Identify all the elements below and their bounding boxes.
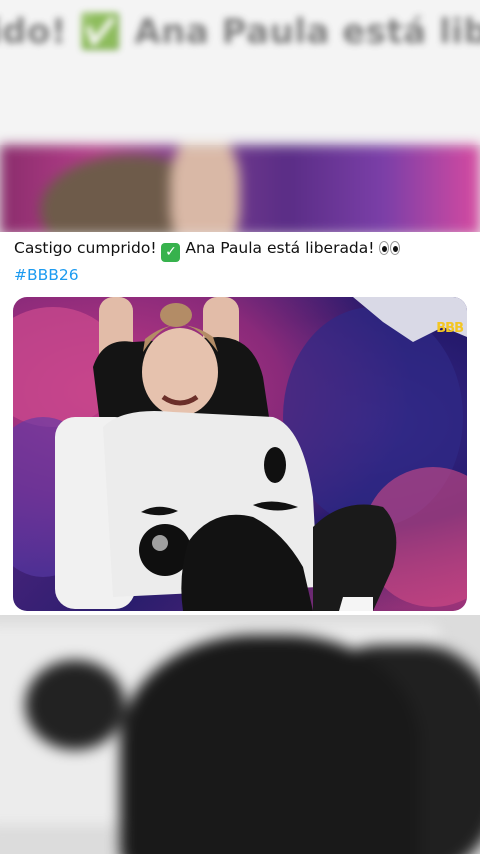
blurred-backdrop-video-strip: [0, 145, 480, 235]
video-frame-illustration: [13, 297, 467, 611]
caption-text: Castigo cumprido!: [14, 239, 157, 257]
blurred-backdrop-top: ido! ✅ Ana Paula está liber: [0, 0, 480, 145]
eyes-emoji-icon: [379, 238, 401, 263]
post-caption: Castigo cumprido! ✓ Ana Paula está liber…: [14, 236, 470, 288]
caption-text-2: Ana Paula está liberada!: [185, 239, 375, 257]
blurred-backdrop-bottom: [0, 615, 480, 854]
blurred-caption-text: ido! ✅ Ana Paula está liber: [0, 12, 480, 52]
check-emoji-icon: ✓: [161, 243, 181, 262]
post-card[interactable]: Castigo cumprido! ✓ Ana Paula está liber…: [0, 232, 480, 624]
post-video-media[interactable]: BBB: [13, 297, 467, 611]
bbb-logo-icon: BBB: [436, 321, 464, 336]
blurred-caption-label: ido! ✅ Ana Paula está liber: [0, 12, 480, 52]
hashtag-link[interactable]: #BBB26: [14, 263, 470, 288]
